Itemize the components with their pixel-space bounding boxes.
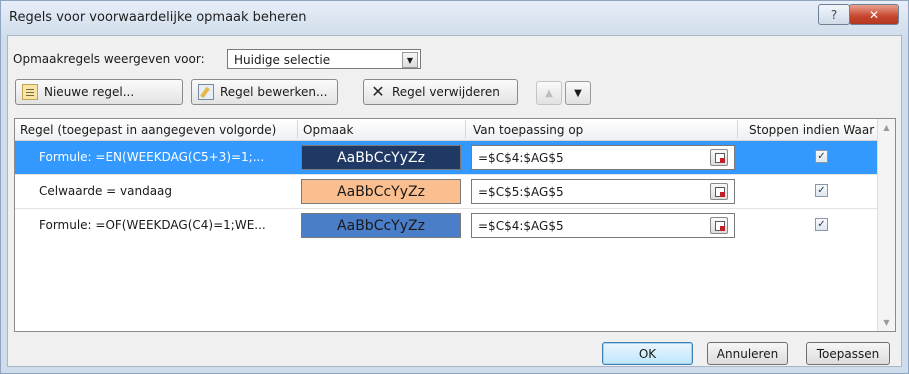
applies-to-field[interactable]: =$C$4:$AG$5 (471, 145, 735, 170)
new-rule-button[interactable]: Nieuwe regel... (15, 79, 183, 105)
column-header-stop[interactable]: Stoppen indien Waar (749, 123, 874, 137)
table-row[interactable]: Formule: =EN(WEEKDAG(C5+3)=1;... AaBbCcY… (15, 141, 877, 174)
stop-if-true-checkbox[interactable]: ✓ (815, 218, 828, 231)
close-icon: ✕ (868, 7, 880, 22)
dialog-window: Regels voor voorwaardelijke opmaak beher… (0, 0, 909, 374)
arrow-up-icon: ▲ (545, 87, 553, 99)
show-rules-select[interactable]: Huidige selectie ▼ (227, 49, 421, 69)
delete-icon: ✕ (371, 82, 385, 101)
column-header-format[interactable]: Opmaak (303, 123, 353, 137)
edit-rule-icon (198, 84, 214, 100)
close-button[interactable]: ✕ (849, 4, 899, 25)
ok-button[interactable]: OK (602, 342, 693, 365)
column-header-applies[interactable]: Van toepassing op (473, 123, 583, 137)
rule-description: Formule: =EN(WEEKDAG(C5+3)=1;... (39, 150, 265, 164)
range-select-icon[interactable] (710, 183, 728, 200)
range-select-icon[interactable] (710, 149, 728, 166)
applies-to-field[interactable]: =$C$5:$AG$5 (471, 179, 735, 204)
column-header-rule[interactable]: Regel (toegepast in aangegeven volgorde) (20, 123, 276, 137)
help-icon: ? (830, 7, 838, 22)
stop-if-true-checkbox[interactable]: ✓ (815, 184, 828, 197)
table-row[interactable]: Celwaarde = vandaag AaBbCcYyZz =$C$5:$AG… (15, 175, 877, 208)
help-button[interactable]: ? (818, 4, 850, 25)
range-select-icon[interactable] (710, 217, 728, 234)
show-rules-value: Huidige selectie (234, 53, 331, 67)
rule-description: Formule: =OF(WEEKDAG(C4)=1;WE... (39, 218, 266, 232)
table-row[interactable]: Formule: =OF(WEEKDAG(C4)=1;WE... AaBbCcY… (15, 209, 877, 242)
cancel-button[interactable]: Annuleren (707, 342, 788, 365)
format-preview: AaBbCcYyZz (301, 213, 461, 238)
applies-to-value: =$C$5:$AG$5 (478, 185, 564, 199)
move-up-button[interactable]: ▲ (536, 81, 562, 105)
scroll-down-icon[interactable]: ▼ (878, 314, 895, 331)
edit-rule-button[interactable]: Regel bewerken... (191, 79, 338, 105)
rule-description: Celwaarde = vandaag (39, 184, 173, 198)
format-preview: AaBbCcYyZz (301, 145, 461, 170)
arrow-down-icon: ▼ (574, 87, 582, 99)
rules-table: Regel (toegepast in aangegeven volgorde)… (14, 118, 896, 332)
vertical-scrollbar[interactable]: ▲ ▼ (877, 119, 895, 331)
table-header: Regel (toegepast in aangegeven volgorde)… (15, 119, 895, 141)
show-rules-label: Opmaakregels weergeven voor: (13, 52, 205, 66)
apply-button[interactable]: Toepassen (806, 342, 890, 365)
dialog-title: Regels voor voorwaardelijke opmaak beher… (9, 10, 307, 25)
applies-to-value: =$C$4:$AG$5 (478, 151, 564, 165)
new-rule-label: Nieuwe regel... (44, 85, 135, 99)
format-preview: AaBbCcYyZz (301, 179, 461, 204)
delete-rule-label: Regel verwijderen (392, 85, 500, 99)
dialog-body: Opmaakregels weergeven voor: Huidige sel… (7, 35, 902, 367)
title-bar: Regels voor voorwaardelijke opmaak beher… (1, 1, 908, 35)
applies-to-field[interactable]: =$C$4:$AG$5 (471, 213, 735, 238)
chevron-down-icon[interactable]: ▼ (402, 52, 418, 68)
scroll-up-icon[interactable]: ▲ (878, 119, 895, 136)
edit-rule-label: Regel bewerken... (220, 85, 328, 99)
move-down-button[interactable]: ▼ (565, 81, 591, 105)
applies-to-value: =$C$4:$AG$5 (478, 219, 564, 233)
new-rule-icon (22, 84, 38, 100)
delete-rule-button[interactable]: ✕ Regel verwijderen (363, 79, 518, 105)
stop-if-true-checkbox[interactable]: ✓ (815, 150, 828, 163)
